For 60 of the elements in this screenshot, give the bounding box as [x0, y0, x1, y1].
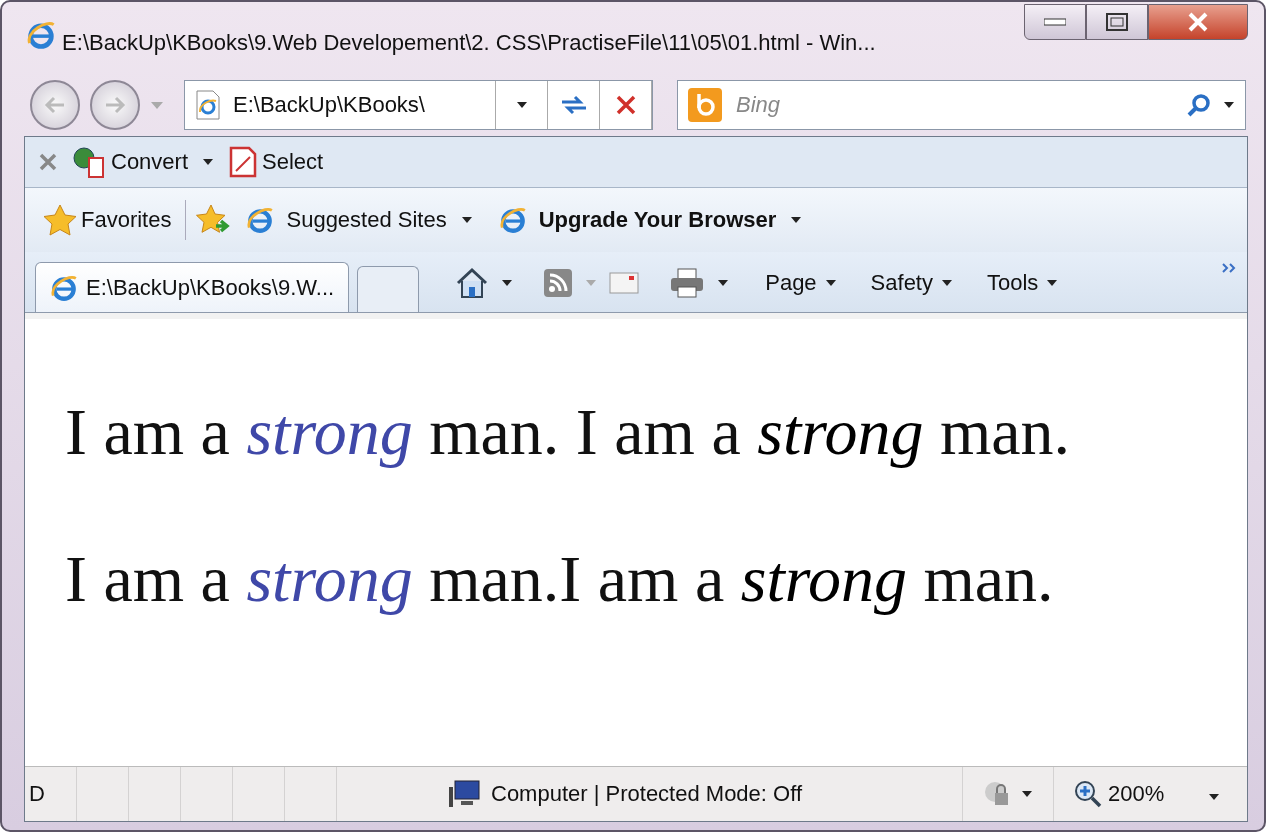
feed-icon[interactable] — [543, 268, 574, 298]
browser-icon — [50, 273, 78, 302]
star-icon — [43, 204, 77, 236]
back-button[interactable] — [30, 80, 80, 130]
caret-icon[interactable] — [501, 279, 514, 287]
minimize-icon — [1044, 18, 1066, 26]
search-box[interactable]: Bing — [677, 80, 1246, 130]
minimize-button[interactable] — [1024, 4, 1086, 40]
lock-icon[interactable] — [983, 780, 1011, 808]
select-button[interactable]: Select — [224, 145, 328, 179]
computer-icon — [447, 779, 481, 809]
browser-tab[interactable]: E:\BackUp\KBooks\9.W... — [35, 262, 350, 312]
address-bar[interactable]: E:\BackUp\KBooks\ — [184, 80, 653, 130]
caret-icon[interactable] — [1046, 279, 1059, 287]
caret-icon[interactable] — [1208, 793, 1221, 801]
refresh-arrows-icon — [559, 94, 588, 116]
mail-icon[interactable] — [609, 272, 640, 294]
back-arrow-icon — [44, 96, 66, 114]
document-icon — [195, 90, 221, 120]
caret-icon[interactable] — [824, 279, 837, 287]
status-text: D — [29, 781, 45, 807]
caret-icon[interactable] — [460, 216, 473, 224]
convert-button[interactable]: Convert — [67, 146, 193, 178]
address-text: E:\BackUp\KBooks\ — [233, 92, 425, 118]
globe-document-icon — [71, 146, 107, 178]
caret-icon[interactable] — [515, 101, 528, 109]
printer-icon[interactable] — [669, 267, 706, 299]
browser-icon — [498, 206, 527, 234]
browser-icon — [246, 206, 275, 234]
caret-icon[interactable] — [202, 158, 215, 166]
browser-icon — [26, 20, 56, 50]
menu-button[interactable]: Safety — [866, 270, 957, 296]
close-toolbar-icon[interactable] — [39, 153, 57, 171]
close-icon — [1187, 12, 1209, 32]
caret-icon[interactable] — [717, 279, 730, 287]
search-icon[interactable] — [1187, 93, 1211, 117]
forward-button[interactable] — [90, 80, 140, 130]
menu-button[interactable]: Page — [761, 270, 841, 296]
caret-icon[interactable] — [1021, 790, 1033, 798]
favorite-link[interactable]: Upgrade Your Browser — [494, 206, 807, 234]
caret-icon[interactable] — [941, 279, 953, 287]
stop-icon — [615, 95, 636, 115]
close-button[interactable] — [1148, 4, 1248, 40]
favorite-link[interactable]: Suggested Sites — [242, 206, 477, 234]
search-provider-icon — [688, 88, 722, 122]
window-title: E:\BackUp\KBooks\9.Web Developement\2. CSS\PractiseFile\11\05\01.html - Win... — [26, 20, 1016, 56]
home-icon[interactable] — [455, 266, 490, 300]
document-select-icon — [228, 145, 259, 179]
maximize-icon — [1106, 13, 1128, 31]
caret-icon[interactable] — [790, 216, 803, 224]
caret-icon[interactable] — [1223, 101, 1235, 109]
menu-button[interactable]: Tools — [983, 270, 1063, 296]
zoom-in-icon — [1074, 780, 1102, 808]
forward-arrow-icon — [104, 96, 126, 114]
maximize-button[interactable] — [1086, 4, 1148, 40]
chevron-icon[interactable] — [1221, 262, 1237, 274]
security-zone-text: Computer | Protected Mode: Off — [491, 781, 802, 807]
favorites-button[interactable]: Favorites — [39, 204, 176, 236]
zoom-button[interactable]: 200% — [1070, 780, 1169, 808]
search-field[interactable]: Bing — [734, 91, 1175, 119]
